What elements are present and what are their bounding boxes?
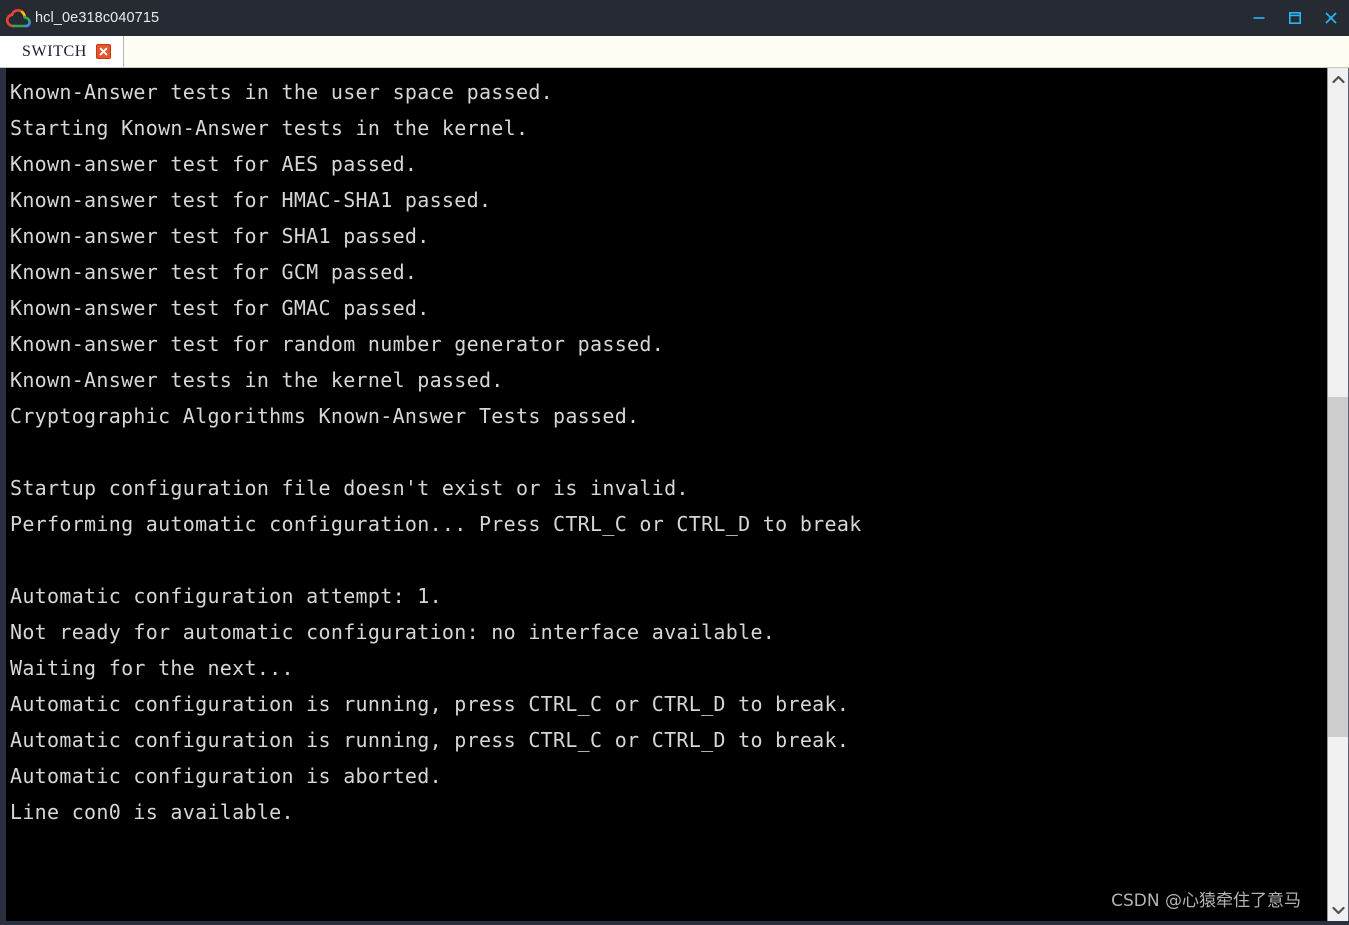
terminal-line: Automatic configuration is running, pres… xyxy=(10,728,850,752)
application-window: hcl_0e318c040715 SWITCH Known-Answer tes… xyxy=(0,0,1349,925)
scrollbar-thumb[interactable] xyxy=(1328,397,1348,738)
terminal-line: Known-Answer tests in the kernel passed. xyxy=(10,368,504,392)
tab-bar-empty-area xyxy=(123,36,1349,67)
terminal-area: Known-Answer tests in the user space pas… xyxy=(0,68,1349,925)
terminal-line: Cryptographic Algorithms Known-Answer Te… xyxy=(10,404,640,428)
terminal-line: Known-answer test for HMAC-SHA1 passed. xyxy=(10,188,492,212)
tab-close-button[interactable] xyxy=(95,44,111,59)
cloud-icon xyxy=(6,9,32,29)
scroll-down-button[interactable] xyxy=(1328,899,1348,921)
terminal-line: Automatic configuration is running, pres… xyxy=(10,692,850,716)
terminal-line: Automatic configuration is aborted. xyxy=(10,764,442,788)
close-icon xyxy=(1325,12,1337,24)
terminal-output: Known-Answer tests in the user space pas… xyxy=(10,74,1327,830)
maximize-button[interactable] xyxy=(1277,0,1313,36)
terminal-line: Waiting for the next... xyxy=(10,656,294,680)
chevron-down-icon xyxy=(1331,906,1345,914)
terminal-line: Known-answer test for GCM passed. xyxy=(10,260,418,284)
chevron-up-icon xyxy=(1331,75,1345,83)
maximize-icon xyxy=(1288,11,1301,24)
terminal-line: Known-answer test for random number gene… xyxy=(10,332,665,356)
close-icon xyxy=(99,47,108,56)
terminal-line: Known-Answer tests in the user space pas… xyxy=(10,80,554,104)
terminal-line: Known-answer test for GMAC passed. xyxy=(10,296,430,320)
window-controls xyxy=(1241,0,1349,36)
terminal-line: Known-answer test for AES passed. xyxy=(10,152,418,176)
terminal-line: Performing automatic configuration... Pr… xyxy=(10,512,862,536)
tab-bar: SWITCH xyxy=(0,36,1349,68)
terminal-screen[interactable]: Known-Answer tests in the user space pas… xyxy=(6,68,1327,921)
terminal-line: Line con0 is available. xyxy=(10,800,294,824)
tab-switch-label: SWITCH xyxy=(22,42,87,60)
tab-switch[interactable]: SWITCH xyxy=(0,36,124,67)
minimize-button[interactable] xyxy=(1241,0,1277,36)
terminal-line: Automatic configuration attempt: 1. xyxy=(10,584,442,608)
terminal-line: Known-answer test for SHA1 passed. xyxy=(10,224,430,248)
terminal-scrollbar[interactable] xyxy=(1327,68,1349,921)
title-bar: hcl_0e318c040715 xyxy=(0,0,1349,36)
close-button[interactable] xyxy=(1313,0,1349,36)
terminal-line: Starting Known-Answer tests in the kerne… xyxy=(10,116,529,140)
window-title: hcl_0e318c040715 xyxy=(35,10,160,26)
scrollbar-track[interactable] xyxy=(1328,90,1348,899)
watermark: CSDN @心猿牵住了意马 xyxy=(1111,891,1301,911)
terminal-line: Not ready for automatic configuration: n… xyxy=(10,620,776,644)
scroll-up-button[interactable] xyxy=(1328,68,1348,90)
minimize-icon xyxy=(1253,17,1265,19)
terminal-line: Startup configuration file doesn't exist… xyxy=(10,476,689,500)
